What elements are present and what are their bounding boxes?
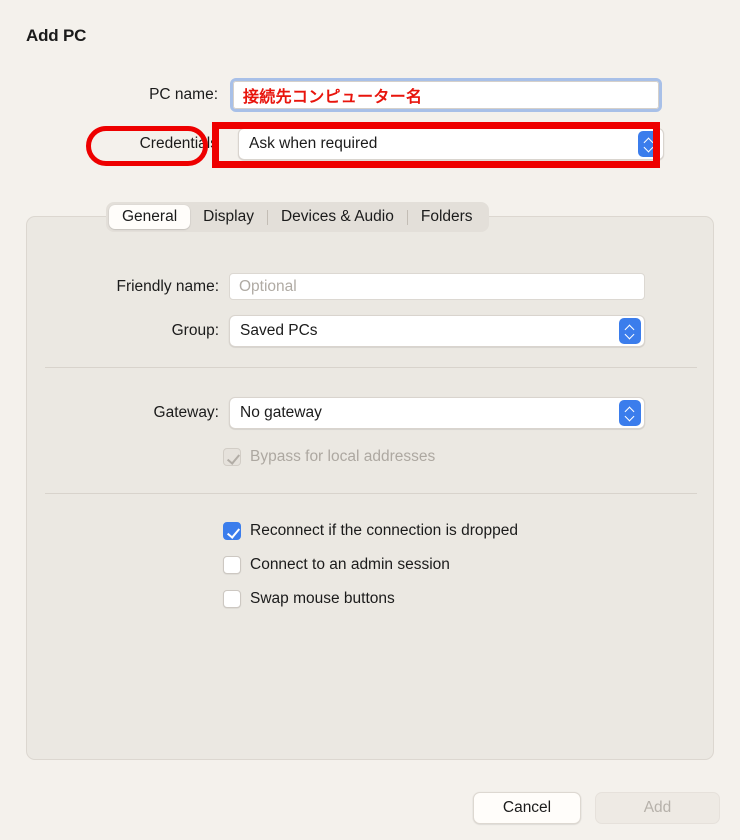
pc-name-label: PC name: [149,86,218,103]
bypass-local-addresses-row[interactable]: Bypass for local addresses [223,448,435,466]
cancel-button[interactable]: Cancel [473,792,581,824]
friendly-name-input[interactable]: Optional [229,273,645,300]
option-label: Reconnect if the connection is dropped [250,522,518,539]
general-tab-panel: Friendly name: Optional Group: Saved PCs… [26,216,714,760]
tab-bar: General Display Devices & Audio Folders [106,202,489,232]
credentials-select-value: Ask when required [249,135,378,152]
option-swap-mouse-row[interactable]: Swap mouse buttons [223,590,395,608]
group-label: Group: [171,322,219,339]
pc-name-input[interactable]: 接続先コンピューター名 [233,81,659,109]
option-label: Swap mouse buttons [250,590,395,607]
credentials-label: Credentials [139,135,218,152]
group-select-value: Saved PCs [240,322,318,339]
add-button[interactable]: Add [595,792,720,824]
credentials-row: Credentials Ask when required [0,124,740,164]
tab-devices-audio[interactable]: Devices & Audio [268,205,407,229]
option-admin-session-row[interactable]: Connect to an admin session [223,556,450,574]
option-reconnect-row[interactable]: Reconnect if the connection is dropped [223,522,518,540]
friendly-name-row: Friendly name: Optional [27,273,715,300]
pc-name-input-wrap: 接続先コンピューター名 [230,78,662,112]
tab-display[interactable]: Display [190,205,267,229]
group-select[interactable]: Saved PCs [229,315,645,347]
checkbox-swap-mouse-buttons[interactable] [223,590,241,608]
checkbox-reconnect-if-dropped[interactable] [223,522,241,540]
friendly-name-label: Friendly name: [116,277,219,295]
bypass-local-addresses-label: Bypass for local addresses [250,448,436,465]
chevron-updown-icon[interactable] [619,400,641,426]
group-row: Group: Saved PCs [27,315,715,347]
divider [45,493,697,494]
chevron-updown-icon[interactable] [619,318,641,344]
page-title: Add PC [26,26,87,45]
divider [45,367,697,368]
credentials-select[interactable]: Ask when required [238,128,664,160]
checkbox-bypass-local-addresses [223,448,241,466]
gateway-select-value: No gateway [240,404,322,421]
tab-general[interactable]: General [109,205,191,229]
gateway-select[interactable]: No gateway [229,397,645,429]
add-pc-dialog: Add PC PC name: 接続先コンピューター名 Credentials … [0,0,740,840]
option-label: Connect to an admin session [250,556,450,573]
chevron-updown-icon[interactable] [638,131,660,157]
gateway-label: Gateway: [153,404,219,421]
gateway-row: Gateway: No gateway [27,397,715,429]
checkbox-connect-admin-session[interactable] [223,556,241,574]
tab-folders[interactable]: Folders [408,205,486,229]
pc-name-row: PC name: 接続先コンピューター名 [0,76,740,114]
